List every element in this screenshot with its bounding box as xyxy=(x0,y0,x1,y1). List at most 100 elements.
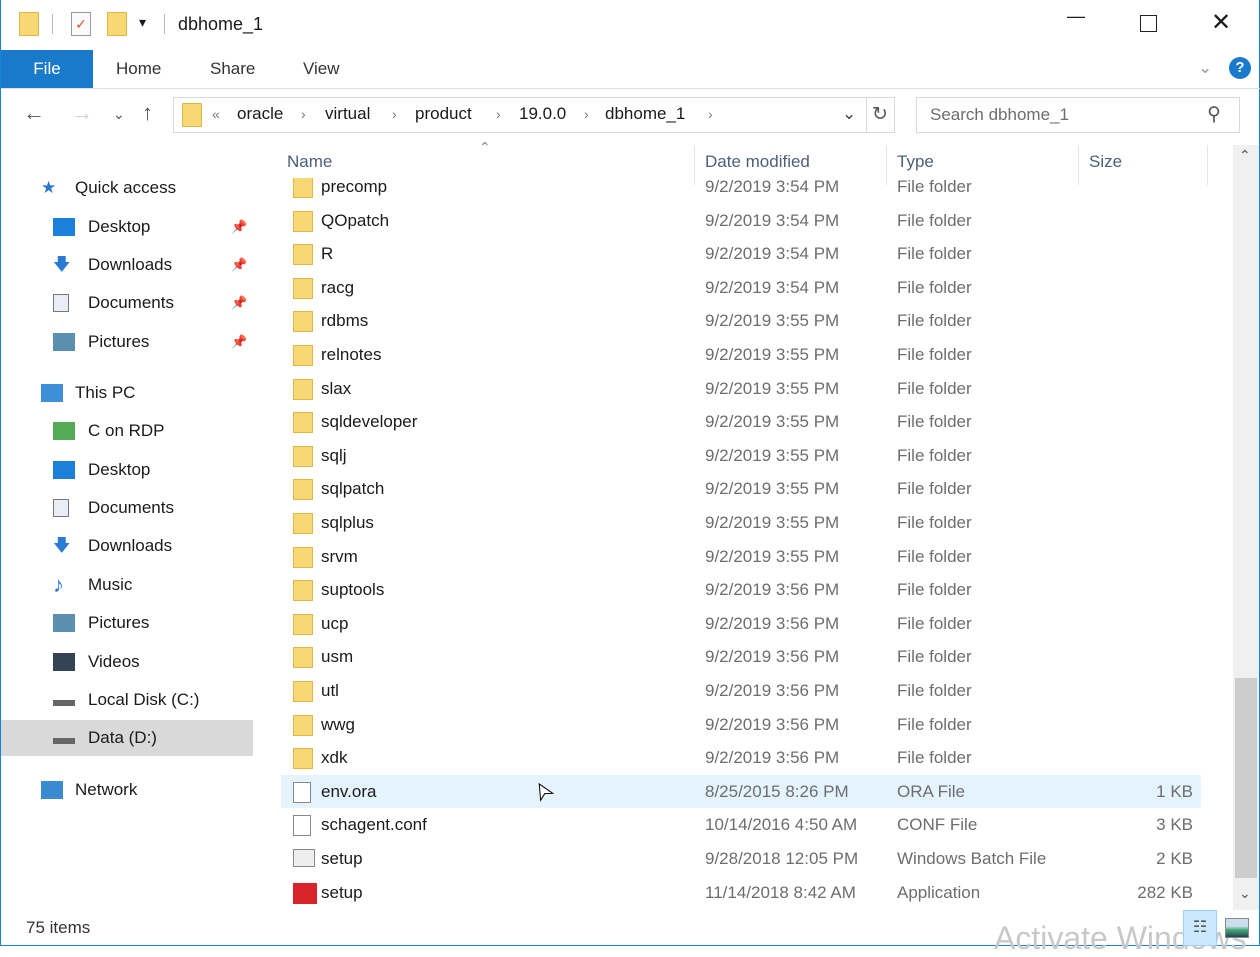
file-date: 9/2/2019 3:54 PM xyxy=(705,178,840,196)
chevron-right-icon[interactable]: › xyxy=(301,106,306,122)
chevron-right-icon[interactable]: › xyxy=(496,106,501,122)
file-date: 11/14/2018 8:42 AM xyxy=(705,882,856,902)
file-row[interactable]: wwg 9/2/2019 3:56 PM File folder xyxy=(281,708,1201,742)
file-date: 9/2/2019 3:55 PM xyxy=(705,378,840,398)
address-bar[interactable]: « oracle › virtual › product › 19.0.0 › … xyxy=(173,97,895,133)
file-row[interactable]: slax 9/2/2019 3:55 PM File folder xyxy=(281,372,1201,406)
scroll-up-icon[interactable]: ⌃ xyxy=(1239,147,1251,164)
file-row[interactable]: rdbms 9/2/2019 3:55 PM File folder xyxy=(281,304,1201,338)
file-type: File folder xyxy=(897,178,972,196)
help-icon[interactable]: ? xyxy=(1229,57,1251,79)
breadcrumb-version[interactable]: 19.0.0 xyxy=(519,104,566,124)
file-row[interactable]: srvm 9/2/2019 3:55 PM File folder xyxy=(281,540,1201,574)
chevron-right-icon[interactable]: › xyxy=(392,106,397,122)
file-row[interactable]: sqlpatch 9/2/2019 3:55 PM File folder xyxy=(281,472,1201,506)
recent-locations-icon[interactable]: ⌄ xyxy=(113,106,125,123)
tab-file[interactable]: File xyxy=(1,50,93,88)
address-dropdown-icon[interactable]: ⌄ xyxy=(842,104,856,124)
divider xyxy=(164,14,165,34)
file-row[interactable]: suptools 9/2/2019 3:56 PM File folder xyxy=(281,573,1201,607)
folder-icon xyxy=(182,103,202,127)
file-row[interactable]: env.ora 8/25/2015 8:26 PM ORA File 1 KB xyxy=(281,774,1201,809)
refresh-icon[interactable]: ↻ xyxy=(872,103,888,126)
file-row[interactable]: usm 9/2/2019 3:56 PM File folder xyxy=(281,640,1201,674)
breadcrumb-oracle[interactable]: oracle xyxy=(237,104,283,124)
file-type: File folder xyxy=(897,613,972,633)
file-name: racg xyxy=(321,277,355,297)
file-type: File folder xyxy=(897,244,972,264)
file-name: relnotes xyxy=(321,345,382,364)
scrollbar-thumb[interactable] xyxy=(1235,678,1257,878)
file-row[interactable]: sqlj 9/2/2019 3:55 PM File folder xyxy=(281,439,1201,473)
tab-view[interactable]: View xyxy=(303,50,340,88)
maximize-button[interactable] xyxy=(1140,15,1157,32)
file-name: utl xyxy=(321,681,339,700)
vertical-scrollbar[interactable]: ⌃ ⌄ xyxy=(1233,145,1259,910)
file-row[interactable]: setup 11/14/2018 8:42 AM Application 282 KB xyxy=(281,876,1201,910)
folder-icon xyxy=(293,714,313,736)
file-name: sqlplus xyxy=(321,513,374,532)
scroll-down-icon[interactable]: ⌄ xyxy=(1239,885,1251,902)
search-input[interactable]: Search dbhome_1 xyxy=(930,105,1069,125)
file-type: File folder xyxy=(897,546,972,566)
folder-icon xyxy=(293,445,313,467)
column-header-size[interactable]: Size xyxy=(1089,152,1122,172)
tab-share[interactable]: Share xyxy=(210,50,255,88)
folder-icon xyxy=(293,210,313,232)
file-row[interactable]: sqlplus 9/2/2019 3:55 PM File folder xyxy=(281,506,1201,540)
file-date: 8/25/2015 8:26 PM xyxy=(705,781,849,801)
file-row[interactable]: relnotes 9/2/2019 3:55 PM File folder xyxy=(281,338,1201,372)
application-icon xyxy=(293,882,317,904)
minimize-button[interactable]: — xyxy=(1067,6,1085,27)
expand-ribbon-icon[interactable]: ⌄ xyxy=(1198,58,1212,78)
file-row[interactable]: xdk 9/2/2019 3:56 PM File folder xyxy=(281,741,1201,775)
file-type: Windows Batch File xyxy=(897,849,1047,868)
breadcrumb-virtual[interactable]: virtual xyxy=(325,104,370,124)
file-date: 9/2/2019 3:55 PM xyxy=(705,311,840,331)
file-name: srvm xyxy=(321,546,358,566)
breadcrumb-dbhome[interactable]: dbhome_1 xyxy=(605,104,685,124)
file-row[interactable]: racg 9/2/2019 3:54 PM File folder xyxy=(281,271,1201,305)
file-name: slax xyxy=(321,378,352,398)
search-icon[interactable]: ⚲ xyxy=(1207,103,1221,126)
properties-icon[interactable]: ✓ xyxy=(71,12,91,36)
file-row[interactable]: QOpatch 9/2/2019 3:54 PM File folder xyxy=(281,204,1201,238)
overflow-chevron[interactable]: « xyxy=(212,106,220,122)
file-type: File folder xyxy=(897,210,972,230)
file-row[interactable]: R 9/2/2019 3:54 PM File folder xyxy=(281,237,1201,271)
file-row[interactable]: setup 9/28/2018 12:05 PM Windows Batch Fil… xyxy=(281,842,1201,876)
large-icons-view-button[interactable] xyxy=(1225,918,1249,938)
file-row[interactable]: ucp 9/2/2019 3:56 PM File folder xyxy=(281,607,1201,641)
back-button[interactable]: ← xyxy=(23,100,45,126)
tab-home[interactable]: Home xyxy=(116,50,161,88)
new-folder-icon[interactable] xyxy=(107,12,127,36)
file-type: File folder xyxy=(897,748,972,768)
close-button[interactable]: ✕ xyxy=(1211,8,1231,37)
chevron-right-icon[interactable]: › xyxy=(708,106,713,122)
file-size: 2 KB xyxy=(1156,849,1193,868)
folder-icon xyxy=(293,244,313,266)
chevron-right-icon[interactable]: › xyxy=(584,106,589,122)
file-name: env.ora xyxy=(321,781,377,801)
file-name: xdk xyxy=(321,748,348,768)
file-row[interactable]: utl 9/2/2019 3:56 PM File folder xyxy=(281,674,1201,708)
up-button[interactable]: ↑ xyxy=(142,100,153,126)
file-date: 9/28/2018 12:05 PM xyxy=(705,849,859,868)
column-header-date[interactable]: Date modified xyxy=(705,152,810,172)
forward-button[interactable]: → xyxy=(71,100,93,126)
search-box[interactable]: Search dbhome_1 ⚲ xyxy=(916,97,1240,133)
details-view-button[interactable]: ☷ xyxy=(1183,910,1217,946)
item-count: 75 items xyxy=(26,918,91,937)
file-row[interactable]: sqldeveloper 9/2/2019 3:55 PM File folder xyxy=(281,405,1201,439)
column-header-name[interactable]: Name xyxy=(287,152,332,172)
file-row[interactable]: precomp 9/2/2019 3:54 PM File folder xyxy=(281,178,1201,204)
file-type: File folder xyxy=(897,378,972,398)
file-row[interactable]: schagent.conf 10/14/2016 4:50 AM CONF File… xyxy=(281,808,1201,842)
customize-toolbar-icon[interactable]: ▾ xyxy=(139,14,146,31)
file-name: usm xyxy=(321,647,354,667)
file-date: 9/2/2019 3:55 PM xyxy=(705,546,840,566)
divider xyxy=(1,88,1260,89)
column-header-type[interactable]: Type xyxy=(897,152,934,172)
breadcrumb-product[interactable]: product xyxy=(415,104,472,124)
file-date: 9/2/2019 3:56 PM xyxy=(705,647,840,667)
